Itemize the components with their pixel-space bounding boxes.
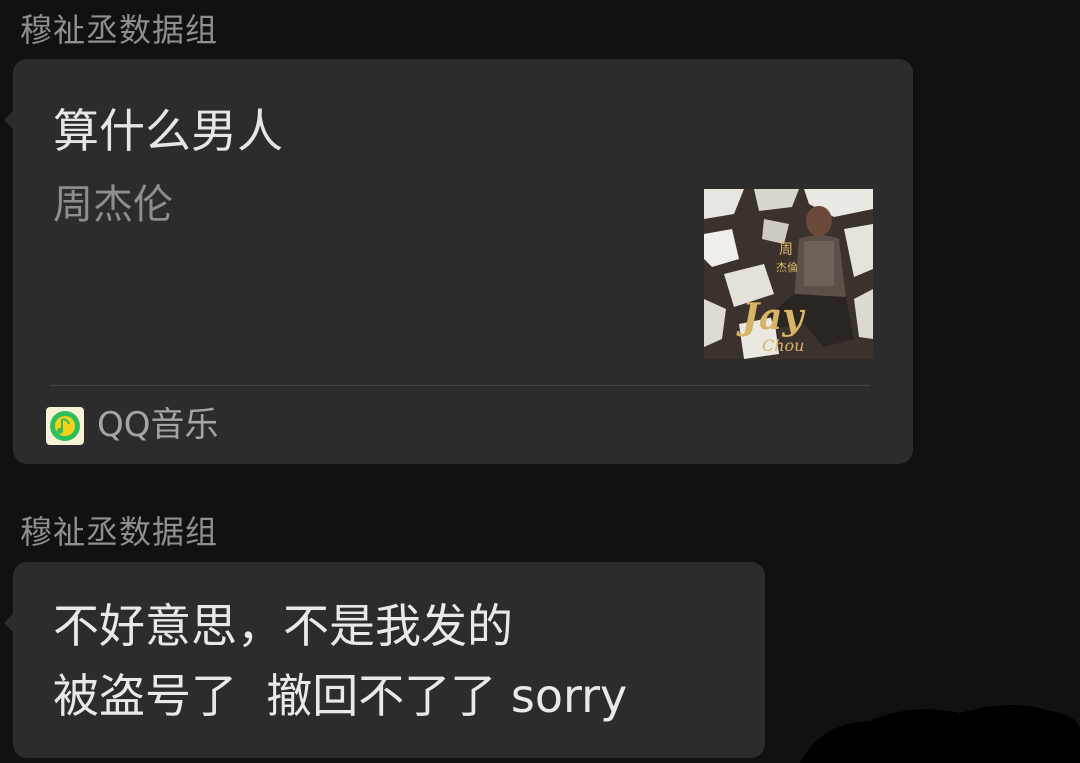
song-artist: 周杰伦 (53, 182, 173, 228)
album-text: 周 (779, 242, 793, 258)
sender-name: 穆祉丞数据组 (20, 11, 219, 49)
app-source-label: QQ音乐 (97, 405, 219, 445)
redaction-scribble (800, 704, 1080, 763)
song-title: 算什么男人 (53, 104, 283, 158)
album-text: Jay (736, 296, 805, 338)
album-text: Chou (762, 336, 804, 355)
message-line: 被盗号了 撤回不了了 sorry (53, 669, 628, 723)
sender-name: 穆祉丞数据组 (20, 513, 219, 551)
card-divider (50, 385, 870, 386)
qq-music-icon (46, 407, 84, 445)
album-cover-image: 周 杰倫 Jay Chou (704, 189, 873, 359)
chat-view: 穆祉丞数据组 算什么男人 周杰伦 周 杰倫 Jay Chou QQ音乐 穆祉丞数… (0, 0, 1080, 763)
text-message-bubble[interactable]: 不好意思，不是我发的 被盗号了 撤回不了了 sorry (4, 562, 765, 758)
album-text: 杰倫 (776, 260, 798, 274)
message-line: 不好意思，不是我发的 (53, 599, 513, 653)
music-share-card[interactable]: 算什么男人 周杰伦 周 杰倫 Jay Chou QQ音乐 (4, 59, 913, 464)
